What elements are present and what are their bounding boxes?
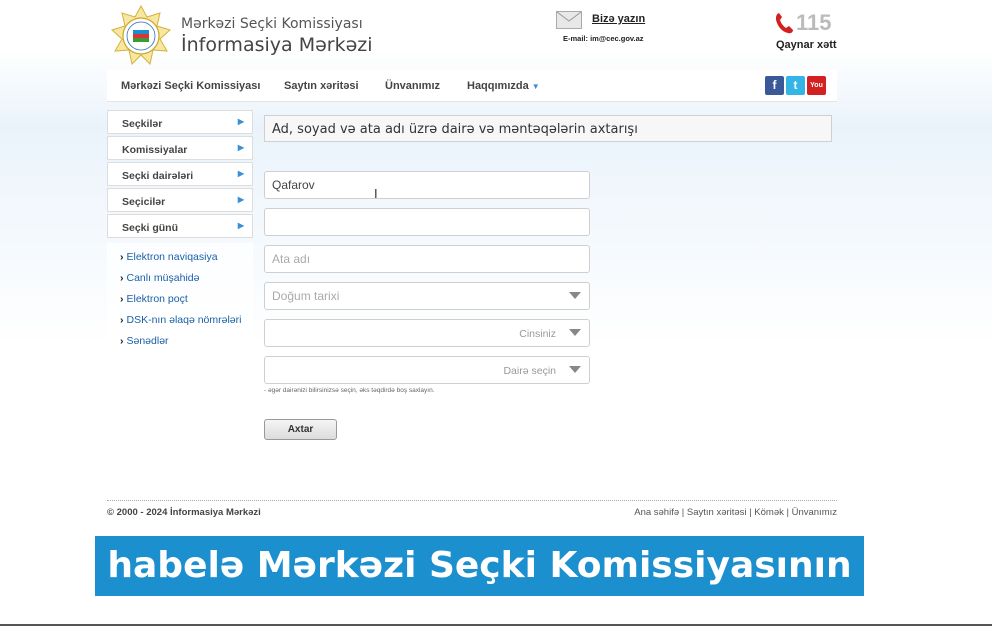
district-select[interactable]: Dairə seçin bbox=[264, 356, 590, 384]
nav-item-about-label: Haqqımızda bbox=[467, 80, 529, 92]
sidebar-item-label: Seçicilər bbox=[122, 196, 166, 208]
link-label: Elektron naviqasiya bbox=[126, 251, 218, 263]
chevron-right-icon: ▶ bbox=[237, 117, 244, 126]
phone-icon bbox=[775, 13, 793, 34]
chevron-right-icon: › bbox=[120, 293, 124, 305]
sidebar-item-label: Komissiyalar bbox=[122, 144, 188, 156]
link-dsk-contacts[interactable]: › DSK-nın əlaqə nömrələri bbox=[120, 314, 241, 326]
chevron-right-icon: › bbox=[120, 251, 124, 263]
birthdate-select[interactable]: Doğum tarixi bbox=[264, 282, 590, 310]
link-label: Canlı müşahidə bbox=[126, 272, 200, 284]
district-placeholder: Dairə seçin bbox=[503, 365, 556, 377]
youtube-icon[interactable]: You bbox=[807, 76, 826, 95]
dropdown-arrow-icon bbox=[569, 292, 581, 299]
chevron-right-icon: › bbox=[120, 335, 124, 347]
caption-banner: habelə Mərkəzi Seçki Komissiyasının bbox=[95, 536, 864, 596]
text-cursor-icon: I bbox=[374, 186, 378, 201]
page-title: Ad, soyad və ata adı üzrə dairə və məntə… bbox=[264, 115, 832, 142]
nav-item-sitemap[interactable]: Saytın xəritəsi bbox=[284, 80, 359, 92]
sidebar-item-districts[interactable]: Seçki dairələri ▶ bbox=[107, 162, 253, 186]
link-electronic-mail[interactable]: › Elektron poçt bbox=[120, 293, 188, 305]
link-live-observation[interactable]: › Canlı müşahidə bbox=[120, 272, 199, 284]
sidebar-item-elections[interactable]: Seçkilər ▶ bbox=[107, 110, 253, 134]
link-label: DSK-nın əlaqə nömrələri bbox=[126, 314, 242, 326]
envelope-icon[interactable] bbox=[556, 11, 582, 29]
copyright: © 2000 - 2024 İnformasiya Mərkəzi bbox=[107, 507, 261, 518]
sidebar-menu: Seçkilər ▶ Komissiyalar ▶ Seçki dairələri ▶… bbox=[107, 110, 253, 240]
site-title-line1: Mərkəzi Seçki Komissiyası bbox=[181, 16, 363, 32]
patronymic-field[interactable]: Ata adı bbox=[264, 245, 590, 273]
link-label: Sənədlər bbox=[126, 335, 169, 347]
gender-placeholder: Cinsiniz bbox=[519, 328, 556, 340]
site-title-line2: İnformasiya Mərkəzi bbox=[181, 34, 373, 56]
sidebar-item-election-day[interactable]: Seçki günü ▶ bbox=[107, 214, 253, 238]
link-documents[interactable]: › Sənədlər bbox=[120, 335, 169, 347]
sidebar-item-label: Seçkilər bbox=[122, 118, 163, 130]
hotline-number[interactable]: 115 bbox=[796, 10, 832, 36]
facebook-icon[interactable]: f bbox=[765, 76, 784, 95]
name-field[interactable] bbox=[264, 208, 590, 236]
chevron-right-icon: ▶ bbox=[237, 169, 244, 178]
link-label: Elektron poçt bbox=[126, 293, 188, 305]
footer-links[interactable]: Ana səhifə | Saytın xəritəsi | Kömək | Ü… bbox=[634, 507, 837, 518]
top-navigation: Mərkəzi Seçki Komissiyası Saytın xəritəs… bbox=[107, 70, 837, 102]
footer-divider bbox=[107, 500, 837, 501]
sidebar-item-label: Seçki dairələri bbox=[122, 170, 194, 182]
sidebar-item-voters[interactable]: Seçicilər ▶ bbox=[107, 188, 253, 212]
email-address: E-mail: im@cec.gov.az bbox=[563, 34, 644, 43]
search-button[interactable]: Axtar bbox=[264, 419, 337, 440]
birthdate-placeholder: Doğum tarixi bbox=[272, 289, 340, 303]
nav-item-commission[interactable]: Mərkəzi Seçki Komissiyası bbox=[121, 80, 260, 92]
link-electronic-navigation[interactable]: › Elektron naviqasiya bbox=[120, 251, 218, 263]
gender-select[interactable]: Cinsiniz bbox=[264, 319, 590, 347]
chevron-down-icon: ▼ bbox=[531, 82, 540, 91]
chevron-right-icon: › bbox=[120, 272, 124, 284]
dropdown-arrow-icon bbox=[569, 366, 581, 373]
sidebar-item-label: Seçki günü bbox=[122, 222, 179, 234]
dropdown-arrow-icon bbox=[569, 329, 581, 336]
surname-field[interactable]: Qafarov bbox=[264, 171, 590, 199]
cec-emblem-logo[interactable] bbox=[110, 5, 172, 67]
chevron-right-icon: ▶ bbox=[237, 221, 244, 230]
sidebar-item-commissions[interactable]: Komissiyalar ▶ bbox=[107, 136, 253, 160]
twitter-icon[interactable]: t bbox=[786, 76, 805, 95]
chevron-right-icon: ▶ bbox=[237, 143, 244, 152]
bottom-divider bbox=[0, 624, 992, 626]
nav-item-about[interactable]: Haqqımızda ▼ bbox=[467, 80, 540, 92]
quick-links: › Elektron naviqasiya › Canlı müşahidə › El… bbox=[107, 243, 253, 443]
nav-item-address[interactable]: Ünvanımız bbox=[385, 80, 440, 92]
write-us-link[interactable]: Bizə yazın bbox=[592, 13, 645, 25]
chevron-right-icon: ▶ bbox=[237, 195, 244, 204]
chevron-right-icon: › bbox=[120, 314, 124, 326]
district-hint: - əgər dairənizi bilirsinizsə seçin, əks… bbox=[264, 387, 435, 394]
hotline-label: Qaynar xətt bbox=[776, 39, 837, 51]
